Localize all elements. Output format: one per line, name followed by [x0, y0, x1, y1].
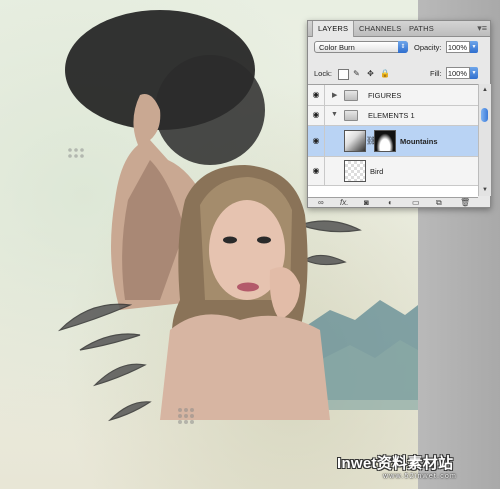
opacity-field[interactable]: 100%: [446, 41, 470, 53]
layer-thumbnail[interactable]: [344, 130, 366, 152]
lock-transparent-icon[interactable]: [338, 69, 349, 80]
dark-hair-volume: [155, 55, 265, 165]
layer-row-bird[interactable]: ◉ Bird: [308, 157, 478, 186]
fill-field[interactable]: 100%: [446, 67, 470, 79]
layers-scrollbar[interactable]: ▲ ▼: [478, 84, 491, 196]
panel-footer: ∞ fx. ◙ ◐ ▭ ⧉ 🗑: [308, 198, 490, 207]
layers-list: ◉ ▶ FIGURES ◉ ▼ ELEMENTS 1 ◉ ⛓ Mountains…: [308, 84, 478, 198]
opacity-dropdown-icon[interactable]: ▼: [470, 41, 478, 53]
lock-position-icon[interactable]: ✥: [366, 69, 375, 78]
lips: [237, 282, 259, 292]
watermark-title: Inwet资料素材站: [337, 455, 454, 472]
shoulders: [160, 314, 330, 420]
layers-panel: LAYERS CHANNELS PATHS ▾≡ Color Burn ⇕ Op…: [307, 20, 491, 208]
eye-icon[interactable]: ◉: [311, 91, 321, 99]
tab-paths[interactable]: PATHS: [404, 21, 439, 36]
panel-menu-icon[interactable]: ▾≡: [477, 23, 487, 34]
folder-icon: [344, 110, 358, 121]
right-eye: [257, 236, 271, 244]
left-eye: [223, 236, 237, 244]
folder-icon: [344, 90, 358, 101]
watermark: Inwet资料素材站 www.52inwet.com: [335, 452, 495, 484]
fill-label: Fill:: [430, 69, 442, 78]
fill-dropdown-icon[interactable]: ▼: [470, 67, 478, 79]
opacity-label: Opacity:: [414, 43, 442, 52]
layer-row-figures[interactable]: ◉ ▶ FIGURES: [308, 85, 478, 106]
layer-name: Mountains: [400, 137, 438, 146]
layer-name: Bird: [370, 167, 384, 176]
scroll-up-icon[interactable]: ▲: [480, 86, 490, 94]
scrollbar-thumb[interactable]: [481, 108, 488, 122]
layer-thumbnail[interactable]: [344, 160, 366, 182]
layer-mask-thumbnail[interactable]: [374, 130, 396, 152]
new-layer-icon[interactable]: ⧉: [436, 198, 442, 207]
blend-mode-select[interactable]: Color Burn ⇕: [314, 41, 408, 53]
link-icon[interactable]: ∞: [318, 198, 324, 207]
eye-icon[interactable]: ◉: [311, 137, 321, 145]
adjustment-icon[interactable]: ◐: [388, 198, 393, 207]
fx-icon[interactable]: fx.: [340, 198, 348, 207]
layer-row-elements-1[interactable]: ◉ ▼ ELEMENTS 1: [308, 106, 478, 126]
tab-channels[interactable]: CHANNELS: [354, 21, 406, 36]
watermark-url: www.52inwet.com: [383, 473, 458, 480]
expand-triangle-icon[interactable]: ▶: [332, 91, 337, 99]
mask-icon[interactable]: ◙: [364, 198, 369, 207]
blend-mode-value: Color Burn: [319, 43, 355, 52]
layer-name: ELEMENTS 1: [368, 111, 415, 120]
layer-name: FIGURES: [368, 91, 402, 100]
trash-icon[interactable]: 🗑: [460, 198, 470, 207]
chevron-updown-icon: ⇕: [398, 41, 408, 53]
eye-icon[interactable]: ◉: [311, 167, 321, 175]
lock-all-icon[interactable]: 🔒: [380, 69, 390, 78]
panel-tab-bar: LAYERS CHANNELS PATHS ▾≡: [308, 21, 490, 37]
tab-layers[interactable]: LAYERS: [312, 21, 355, 37]
eye-icon[interactable]: ◉: [311, 111, 321, 119]
new-group-icon[interactable]: ▭: [412, 198, 420, 207]
collapse-triangle-icon[interactable]: ▼: [331, 111, 338, 118]
lock-pixels-icon[interactable]: ✎: [352, 69, 361, 78]
scroll-down-icon[interactable]: ▼: [480, 186, 490, 194]
layer-row-mountains[interactable]: ◉ ⛓ Mountains: [308, 126, 478, 157]
lock-label: Lock:: [314, 69, 332, 78]
